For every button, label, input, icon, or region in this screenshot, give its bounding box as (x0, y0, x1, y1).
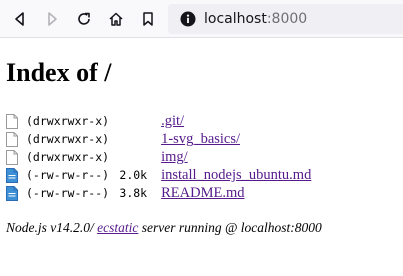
file-name-cell: 1-svg_basics/ (161, 130, 311, 148)
file-size: 2.0k (119, 168, 148, 182)
file-link[interactable]: .git/ (161, 113, 184, 129)
info-icon[interactable] (180, 11, 196, 27)
page-content: Index of / (drwxrwxr-x) .git/(drwxrwxr-x)… (0, 38, 403, 276)
footer-prefix: Node.js v14.2.0/ (6, 220, 98, 235)
home-icon (109, 12, 123, 26)
folder-file-icon (6, 112, 26, 130)
reload-button[interactable] (72, 7, 96, 31)
footer-suffix: server running @ localhost:8000 (138, 220, 322, 235)
forward-icon (48, 12, 57, 26)
file-size (109, 130, 161, 148)
directory-listing: (drwxrwxr-x) .git/ (drwxrwxr-x) 1-svg_basic… (6, 112, 311, 202)
home-button[interactable] (104, 7, 128, 31)
back-icon (15, 12, 24, 26)
file-size (109, 148, 161, 166)
forward-button[interactable] (40, 7, 64, 31)
browser-toolbar: localhost:8000 (0, 0, 403, 38)
url-text: localhost:8000 (204, 11, 307, 27)
markdown-file-icon (6, 166, 26, 184)
bookmark-button[interactable] (136, 7, 160, 31)
listing-row: (-rw-rw-r--) 3.8k README.md (6, 184, 311, 202)
file-name-cell: install_nodejs_ubuntu.md (161, 166, 311, 184)
page-title: Index of / (6, 58, 112, 87)
listing-row: (-rw-rw-r--) 2.0k install_nodejs_ubuntu.md (6, 166, 311, 184)
file-link[interactable]: 1-svg_basics/ (161, 131, 240, 147)
file-link[interactable]: README.md (161, 185, 244, 201)
back-button[interactable] (8, 7, 32, 31)
folder-file-icon (6, 130, 26, 148)
reload-icon (78, 12, 90, 25)
server-footer: Node.js v14.2.0/ ecstatic server running… (6, 220, 322, 236)
url-port: :8000 (266, 11, 308, 27)
bookmark-icon (143, 12, 153, 26)
listing-row: (drwxrwxr-x) img/ (6, 148, 311, 166)
listing-row: (drwxrwxr-x) .git/ (6, 112, 311, 130)
file-link[interactable]: install_nodejs_ubuntu.md (161, 167, 311, 183)
file-name-cell: img/ (161, 148, 311, 166)
file-name-cell: .git/ (161, 112, 311, 130)
markdown-file-icon (6, 184, 26, 202)
file-permissions: (-rw-rw-r--) (26, 168, 110, 182)
file-name-cell: README.md (161, 184, 311, 202)
url-bar[interactable]: localhost:8000 (168, 4, 403, 34)
file-link[interactable]: img/ (161, 149, 188, 165)
url-host: localhost (204, 11, 267, 27)
file-size: 3.8k (119, 186, 148, 200)
ecstatic-link[interactable]: ecstatic (97, 220, 138, 235)
listing-row: (drwxrwxr-x) 1-svg_basics/ (6, 130, 311, 148)
file-size (109, 112, 161, 130)
folder-file-icon (6, 148, 26, 166)
file-permissions: (drwxrwxr-x) (26, 132, 110, 146)
file-permissions: (-rw-rw-r--) (26, 186, 110, 200)
file-permissions: (drwxrwxr-x) (26, 150, 110, 164)
file-permissions: (drwxrwxr-x) (26, 114, 110, 128)
